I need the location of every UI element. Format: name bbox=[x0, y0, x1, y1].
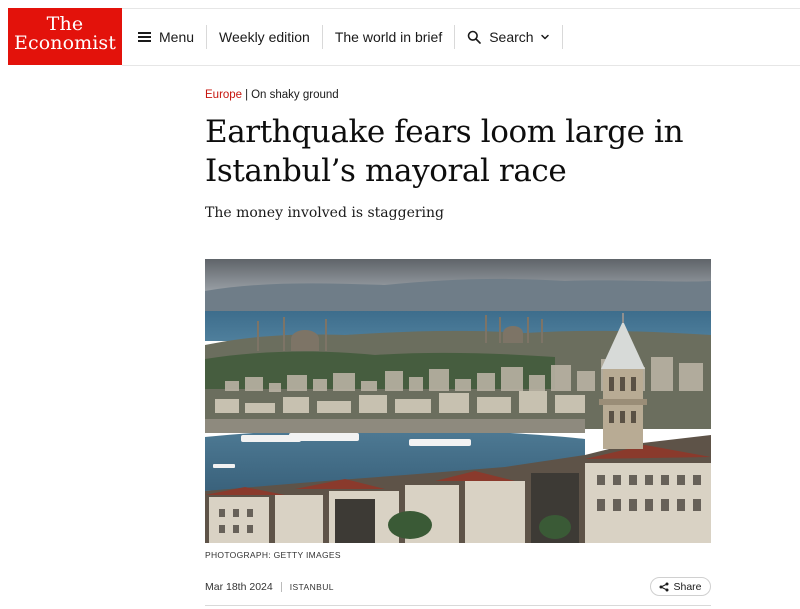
page: The Economist Menu Weekly edition The wo… bbox=[0, 0, 800, 609]
article-rubric: Europe | On shaky ground bbox=[205, 89, 339, 101]
hero-image bbox=[205, 259, 711, 543]
publish-date: Mar 18th 2024 bbox=[205, 581, 273, 593]
weekly-edition-link[interactable]: Weekly edition bbox=[207, 25, 322, 49]
search-label: Search bbox=[489, 29, 534, 45]
economist-logo[interactable]: The Economist bbox=[8, 8, 122, 65]
menu-label: Menu bbox=[159, 29, 195, 45]
share-label: Share bbox=[673, 580, 702, 593]
search-button[interactable]: Search bbox=[455, 25, 561, 49]
rubric-text: On shaky ground bbox=[251, 89, 339, 101]
search-icon bbox=[467, 30, 482, 44]
article-meta: Mar 18th 2024 ISTANBUL bbox=[205, 581, 334, 593]
section-link[interactable]: Europe bbox=[205, 89, 242, 101]
share-button[interactable]: Share bbox=[650, 577, 711, 596]
nav-divider bbox=[561, 25, 563, 49]
article-headline: Earthquake fears loom large in Istanbul’… bbox=[205, 114, 684, 189]
image-caption: PHOTOGRAPH: GETTY IMAGES bbox=[205, 550, 341, 560]
divider-line bbox=[205, 605, 711, 606]
menu-button[interactable]: Menu bbox=[122, 25, 206, 49]
world-in-brief-link[interactable]: The world in brief bbox=[323, 25, 454, 49]
dateline: ISTANBUL bbox=[289, 582, 334, 592]
hamburger-icon bbox=[138, 32, 151, 42]
rubric-separator: | bbox=[245, 89, 249, 101]
article-subheadline: The money involved is staggering bbox=[205, 205, 444, 221]
share-icon bbox=[659, 582, 669, 591]
chevron-down-icon bbox=[540, 34, 549, 40]
top-navigation: Menu Weekly edition The world in brief S… bbox=[122, 8, 800, 66]
meta-divider bbox=[280, 582, 282, 592]
logo-line-2: Economist bbox=[13, 32, 116, 54]
